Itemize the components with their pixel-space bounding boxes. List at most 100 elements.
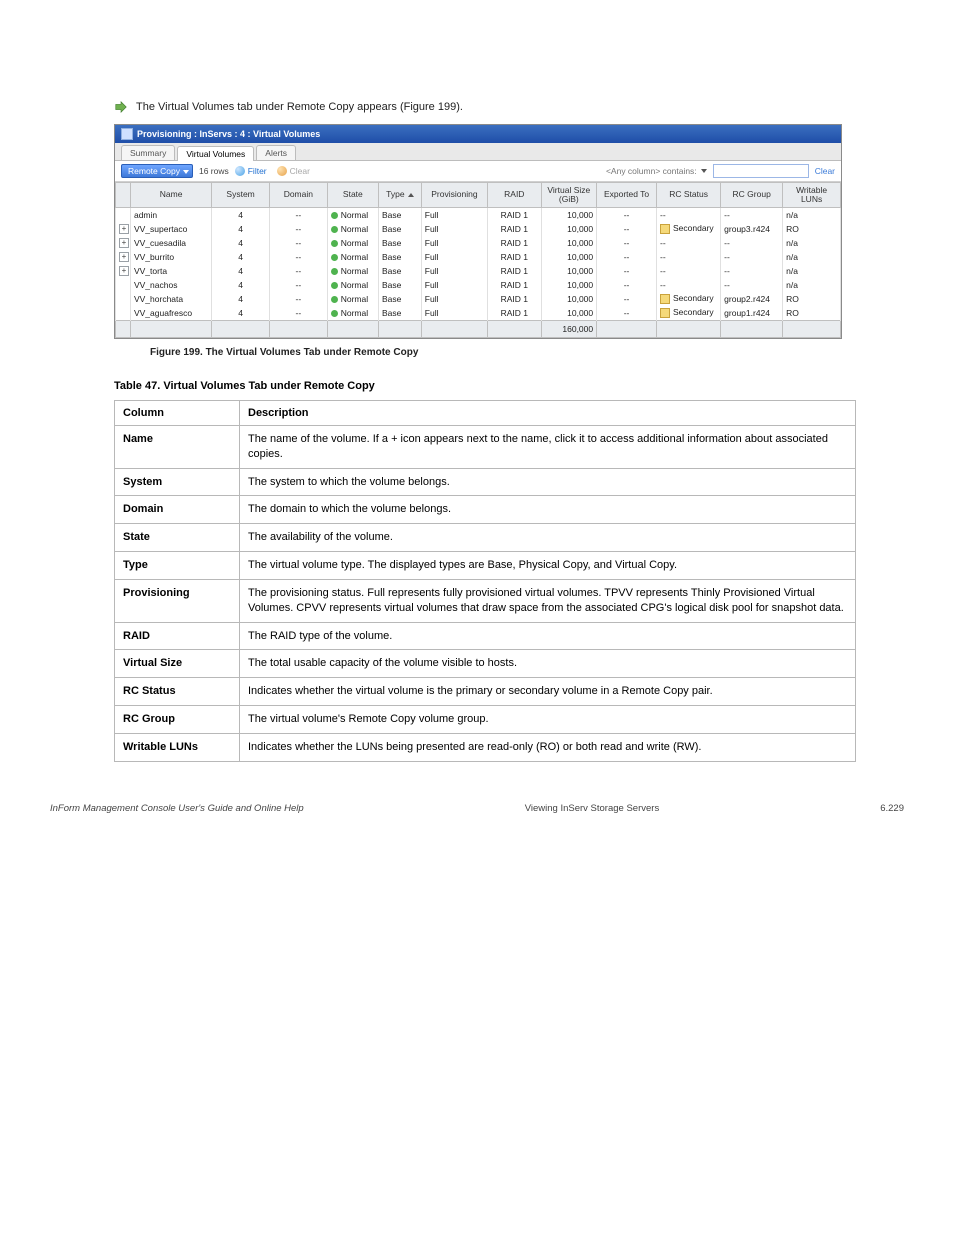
arrow-right-icon	[114, 100, 128, 114]
footer-page-number: 6.229	[880, 803, 904, 814]
table-row[interactable]: VV_horchata4--NormalBaseFullRAID 110,000…	[116, 292, 841, 306]
expand-icon[interactable]: +	[119, 238, 129, 248]
desc-row: StateThe availability of the volume.	[115, 524, 856, 552]
tab-strip: Summary Virtual Volumes Alerts	[115, 143, 841, 161]
rc-status-icon	[660, 308, 670, 318]
virtual-volumes-grid: Name System Domain State Type Provisioni…	[115, 182, 841, 338]
desc-col-name: Type	[115, 552, 240, 580]
desc-col-desc: The system to which the volume belongs.	[240, 468, 856, 496]
status-dot-icon	[331, 212, 338, 219]
status-dot-icon	[331, 254, 338, 261]
rc-status-icon	[660, 224, 670, 234]
figure-caption: Figure 199. The Virtual Volumes Tab unde…	[150, 347, 904, 358]
desc-row: ProvisioningThe provisioning status. Ful…	[115, 579, 856, 622]
clear-button[interactable]: Clear	[277, 166, 310, 176]
desc-col-name: Virtual Size	[115, 650, 240, 678]
grid-header-row: Name System Domain State Type Provisioni…	[116, 183, 841, 208]
desc-col-name: System	[115, 468, 240, 496]
sort-asc-icon	[408, 193, 414, 197]
table-row[interactable]: +VV_burrito4--NormalBaseFullRAID 110,000…	[116, 250, 841, 264]
col-expand[interactable]	[116, 183, 131, 208]
desc-col-desc: The RAID type of the volume.	[240, 622, 856, 650]
desc-col-desc: The total usable capacity of the volume …	[240, 650, 856, 678]
filter-button[interactable]: Filter	[235, 166, 267, 176]
col-domain[interactable]: Domain	[269, 183, 327, 208]
tab-alerts[interactable]: Alerts	[256, 145, 296, 160]
desc-col-name: RC Group	[115, 706, 240, 734]
desc-col-name: Name	[115, 425, 240, 468]
table-row[interactable]: admin4--NormalBaseFullRAID 110,000------…	[116, 207, 841, 222]
expand-icon[interactable]: +	[119, 224, 129, 234]
desc-col-desc: The provisioning status. Full represents…	[240, 579, 856, 622]
footer-section: Viewing InServ Storage Servers	[525, 803, 659, 814]
window-title: Provisioning : InServs : 4 : Virtual Vol…	[137, 129, 320, 139]
table-row[interactable]: +VV_torta4--NormalBaseFullRAID 110,000--…	[116, 264, 841, 278]
col-rc-status[interactable]: RC Status	[657, 183, 721, 208]
col-state[interactable]: State	[327, 183, 378, 208]
desc-col-desc: The availability of the volume.	[240, 524, 856, 552]
status-dot-icon	[331, 268, 338, 275]
expand-icon[interactable]: +	[119, 266, 129, 276]
desc-col-name: Provisioning	[115, 579, 240, 622]
footer-title: InForm Management Console User's Guide a…	[50, 803, 304, 814]
col-type[interactable]: Type	[379, 183, 422, 208]
desc-row: NameThe name of the volume. If a + icon …	[115, 425, 856, 468]
column-description-table: Table 47. Virtual Volumes Tab under Remo…	[114, 372, 856, 762]
rc-status-icon	[660, 294, 670, 304]
col-writable-luns[interactable]: Writable LUNs	[783, 183, 841, 208]
table-row[interactable]: +VV_supertaco4--NormalBaseFullRAID 110,0…	[116, 222, 841, 236]
status-dot-icon	[331, 310, 338, 317]
clear-filter-link[interactable]: Clear	[815, 166, 835, 176]
table-row[interactable]: +VV_cuesadila4--NormalBaseFullRAID 110,0…	[116, 236, 841, 250]
expand-icon[interactable]: +	[119, 252, 129, 262]
filter-icon	[235, 166, 245, 176]
tab-virtual-volumes[interactable]: Virtual Volumes	[177, 146, 254, 161]
col-exported-to[interactable]: Exported To	[597, 183, 657, 208]
col-raid[interactable]: RAID	[488, 183, 541, 208]
status-dot-icon	[331, 240, 338, 247]
toolbar: Remote Copy 16 rows Filter Clear <Any co…	[115, 161, 841, 182]
row-count: 16 rows	[199, 166, 229, 176]
desc-row: RC StatusIndicates whether the virtual v…	[115, 678, 856, 706]
col-provisioning[interactable]: Provisioning	[421, 183, 487, 208]
col-virtual-size[interactable]: Virtual Size (GiB)	[541, 183, 597, 208]
desc-row: RAIDThe RAID type of the volume.	[115, 622, 856, 650]
desc-row: SystemThe system to which the volume bel…	[115, 468, 856, 496]
desc-col-desc: The name of the volume. If a + icon appe…	[240, 425, 856, 468]
desc-col-desc: Indicates whether the virtual volume is …	[240, 678, 856, 706]
page-footer: InForm Management Console User's Guide a…	[0, 803, 954, 814]
table-row[interactable]: VV_aguafresco4--NormalBaseFullRAID 110,0…	[116, 306, 841, 321]
desc-row: RC GroupThe virtual volume's Remote Copy…	[115, 706, 856, 734]
col-name[interactable]: Name	[130, 183, 211, 208]
remote-copy-dropdown[interactable]: Remote Copy	[121, 164, 193, 178]
desc-col-name: RAID	[115, 622, 240, 650]
filter-column-label: <Any column> contains:	[606, 166, 697, 176]
grid-footer-row: 160,000	[116, 320, 841, 337]
table-row[interactable]: VV_nachos4--NormalBaseFullRAID 110,000--…	[116, 278, 841, 292]
desc-col-name: State	[115, 524, 240, 552]
status-dot-icon	[331, 226, 338, 233]
intro-text: The Virtual Volumes tab under Remote Cop…	[136, 101, 463, 113]
tab-summary[interactable]: Summary	[121, 145, 175, 160]
window-icon	[121, 128, 133, 140]
col-rc-group[interactable]: RC Group	[721, 183, 783, 208]
status-dot-icon	[331, 296, 338, 303]
screenshot-panel: Provisioning : InServs : 4 : Virtual Vol…	[114, 124, 842, 339]
chevron-down-icon[interactable]	[701, 169, 707, 173]
desc-col-desc: The domain to which the volume belongs.	[240, 496, 856, 524]
desc-col-header-description: Description	[240, 400, 856, 425]
desc-col-name: RC Status	[115, 678, 240, 706]
clear-icon	[277, 166, 287, 176]
desc-row: Writable LUNsIndicates whether the LUNs …	[115, 733, 856, 761]
window-titlebar: Provisioning : InServs : 4 : Virtual Vol…	[115, 125, 841, 143]
col-system[interactable]: System	[212, 183, 270, 208]
status-dot-icon	[331, 282, 338, 289]
desc-col-desc: Indicates whether the LUNs being present…	[240, 733, 856, 761]
total-virtual-size: 160,000	[541, 320, 597, 337]
desc-col-desc: The virtual volume's Remote Copy volume …	[240, 706, 856, 734]
desc-row: DomainThe domain to which the volume bel…	[115, 496, 856, 524]
desc-row: TypeThe virtual volume type. The display…	[115, 552, 856, 580]
desc-col-desc: The virtual volume type. The displayed t…	[240, 552, 856, 580]
filter-input[interactable]	[713, 164, 809, 178]
desc-col-name: Domain	[115, 496, 240, 524]
